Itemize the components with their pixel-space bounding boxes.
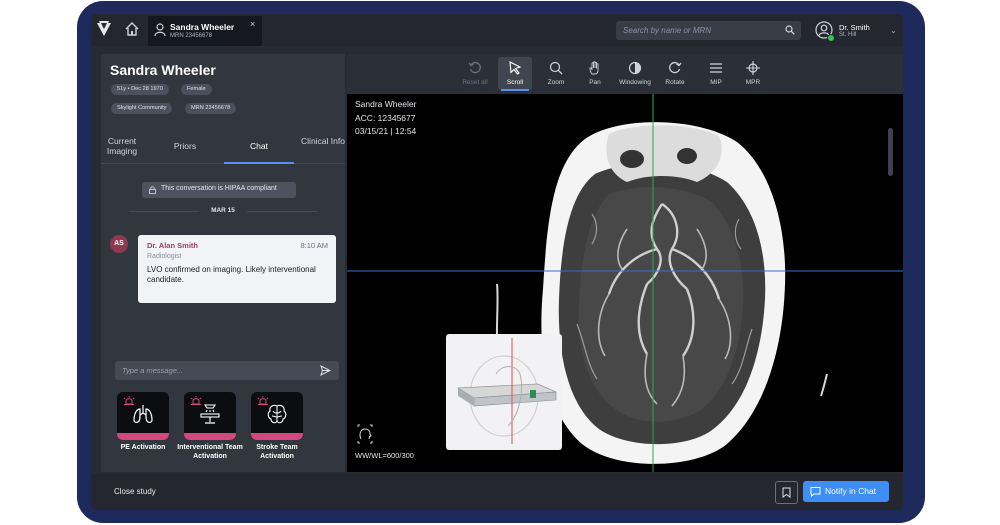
bookmark-icon <box>782 487 791 498</box>
hipaa-text: This conversation is HIPAA compliant <box>161 185 277 192</box>
user-name: Dr. Smith <box>839 23 870 32</box>
hipaa-notice: This conversation is HIPAA compliant <box>142 182 296 198</box>
age-dob-badge: 51y • Dec 28 1970 <box>111 84 169 95</box>
sex-badge: Female <box>181 84 212 95</box>
tool-label: Scroll <box>506 79 524 86</box>
image-viewport[interactable]: Sandra Wheeler ACC: 12345677 03/15/21 | … <box>347 94 903 472</box>
activation-color-bar <box>117 433 169 440</box>
windowing-tool-button[interactable]: Windowing <box>618 57 652 90</box>
mip-icon <box>710 63 722 73</box>
mpr-tool-button[interactable]: MPR <box>736 57 770 90</box>
user-location: St. Hill <box>839 32 857 38</box>
chat-bubble-icon <box>810 487 821 497</box>
online-status-dot <box>827 34 835 42</box>
scroll-tool-button[interactable]: Scroll <box>498 57 532 91</box>
zoom-tool-button[interactable]: Zoom <box>539 57 573 90</box>
pe-activation-button[interactable] <box>117 392 169 440</box>
zoom-icon <box>549 61 563 75</box>
search-box <box>616 21 801 40</box>
reset-all-button[interactable]: Reset all <box>458 57 492 90</box>
close-study-button[interactable]: Close study <box>114 487 156 496</box>
patient-tab-mrn: MRN 23456678 <box>170 33 213 39</box>
home-icon[interactable] <box>124 21 140 37</box>
mpr-icon <box>746 61 760 75</box>
rotate-tool-button[interactable]: Rotate <box>658 57 692 90</box>
bottom-bar: Close study Notify in Chat <box>91 474 903 510</box>
app-screen: Sandra Wheeler MRN 23456678 × Dr. Smith … <box>91 14 903 510</box>
cursor-icon <box>509 61 522 75</box>
active-tab-indicator <box>224 162 294 164</box>
avatar: AS <box>110 235 128 253</box>
stroke-activation-label: Stroke Team Activation <box>256 444 298 460</box>
hand-icon <box>589 61 599 75</box>
notify-label: Notify in Chat <box>825 486 877 496</box>
mpr-thumbnail[interactable] <box>446 334 562 450</box>
window-level-readout: WW/WL=600/300 <box>355 451 414 460</box>
patient-panel: Sandra Wheeler 51y • Dec 28 1970 Female … <box>101 54 345 472</box>
user-icon <box>154 23 166 37</box>
viewer-acc: ACC: 12345677 <box>355 113 416 123</box>
app-logo-icon[interactable] <box>96 20 112 38</box>
top-bar: Sandra Wheeler MRN 23456678 × Dr. Smith … <box>91 14 903 46</box>
tab-current-imaging[interactable]: Current Imaging <box>97 136 147 156</box>
head-profile-icon[interactable] <box>355 424 375 444</box>
tab-clinical-info[interactable]: Clinical Info <box>301 136 345 146</box>
bookmark-button[interactable] <box>775 481 798 504</box>
surgical-table-icon <box>200 404 220 424</box>
tool-label: MPR <box>745 79 761 86</box>
search-icon[interactable] <box>785 25 795 35</box>
notify-in-chat-button[interactable]: Notify in Chat <box>803 481 889 502</box>
date-divider: MAR 15 <box>101 207 345 214</box>
tab-chat[interactable]: Chat <box>239 141 279 151</box>
message-text: LVO confirmed on imaging. Likely interve… <box>147 265 316 284</box>
brain-icon <box>267 404 287 424</box>
chat-message: Dr. Alan Smith 8:10 AM Radiologist LVO c… <box>138 235 336 303</box>
pan-tool-button[interactable]: Pan <box>578 57 612 90</box>
message-input[interactable] <box>115 361 324 380</box>
viewer-scrollbar[interactable] <box>888 128 893 176</box>
facility-badge: Skylight Community <box>111 103 173 114</box>
chevron-down-icon[interactable]: ⌄ <box>890 26 897 35</box>
rotate-icon <box>669 61 682 74</box>
send-icon[interactable] <box>320 365 331 376</box>
tab-priors[interactable]: Priors <box>165 141 205 151</box>
activation-color-bar <box>251 433 303 440</box>
message-time: 8:10 AM <box>300 241 328 250</box>
reset-icon <box>468 61 481 74</box>
viewer-datetime: 03/15/21 | 12:54 <box>355 126 417 136</box>
message-role: Radiologist <box>147 253 182 260</box>
mrn-badge: MRN 23456678 <box>185 103 237 114</box>
close-tab-icon[interactable]: × <box>250 19 255 29</box>
interventional-activation-label: Interventional Team Activation <box>177 444 243 460</box>
stroke-activation-button[interactable] <box>251 392 303 440</box>
pe-activation-label: PE Activation <box>120 444 166 451</box>
interventional-activation-button[interactable] <box>184 392 236 440</box>
mip-tool-button[interactable]: MIP <box>699 57 733 90</box>
lock-icon <box>149 186 156 194</box>
activation-color-bar <box>184 433 236 440</box>
viewer-toolbar: Reset all Scroll Zoom Pan Windowing Rota… <box>347 54 903 94</box>
search-input[interactable] <box>616 21 790 40</box>
user-menu[interactable]: Dr. Smith St. Hill ⌄ <box>815 21 901 43</box>
message-box <box>115 361 339 380</box>
patient-tab[interactable]: Sandra Wheeler MRN 23456678 × <box>148 16 262 46</box>
patient-name: Sandra Wheeler <box>110 62 216 78</box>
tool-label: Rotate <box>665 79 685 86</box>
lungs-icon <box>133 405 153 423</box>
tab-divider <box>101 163 345 164</box>
ct-brain-image <box>347 94 903 472</box>
message-author: Dr. Alan Smith <box>147 241 198 250</box>
patient-tab-name: Sandra Wheeler <box>170 22 235 32</box>
3d-reference-thumbnail <box>456 338 557 444</box>
windowing-icon <box>628 61 642 75</box>
viewer-patient-name: Sandra Wheeler <box>355 99 417 109</box>
